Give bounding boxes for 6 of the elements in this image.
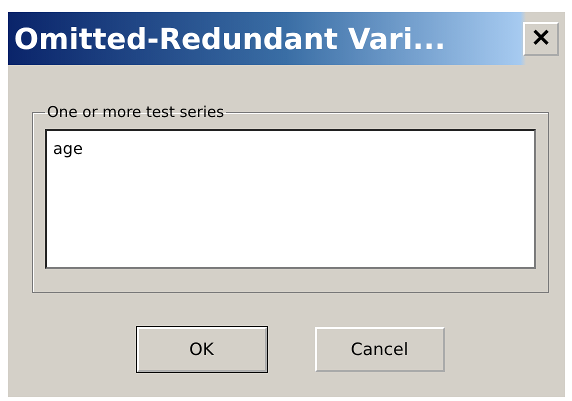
group-label: One or more test series — [46, 103, 226, 121]
cancel-button[interactable]: Cancel — [314, 327, 444, 372]
close-button[interactable]: ✕ — [523, 22, 559, 56]
series-input-field[interactable]: age — [45, 129, 536, 269]
window-title: Omitted-Redundant Vari... — [14, 22, 446, 56]
ok-button[interactable]: OK — [136, 327, 266, 372]
